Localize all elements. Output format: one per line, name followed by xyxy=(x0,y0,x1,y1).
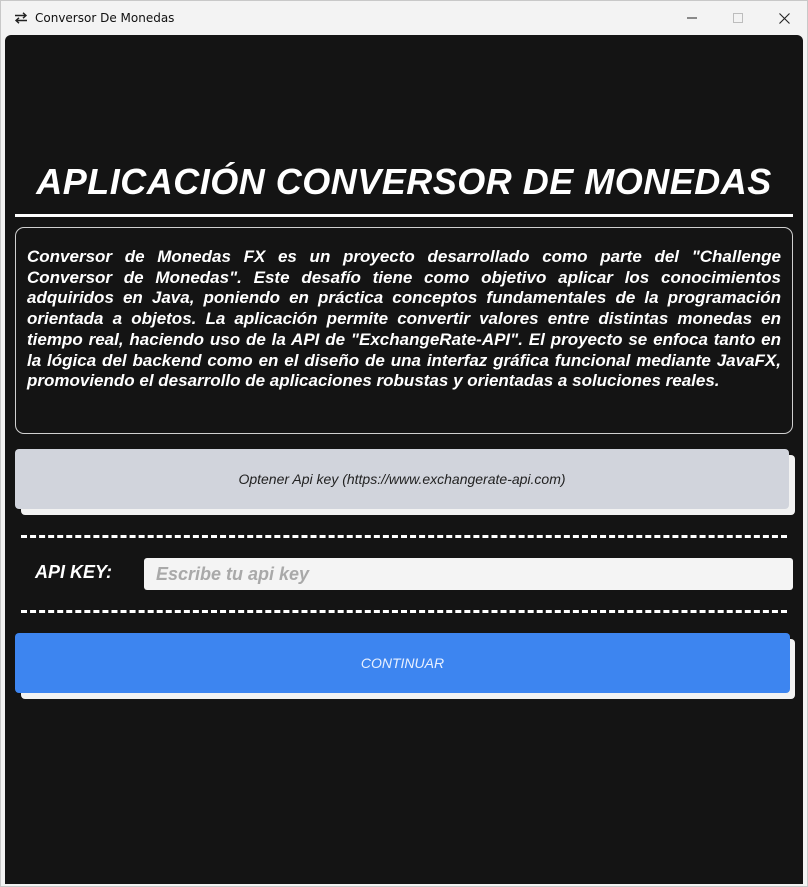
api-key-input[interactable] xyxy=(144,558,793,590)
window-controls xyxy=(669,1,807,35)
title-bar[interactable]: Conversor De Monedas xyxy=(1,1,807,35)
close-button[interactable] xyxy=(761,1,807,35)
minimize-icon xyxy=(687,13,697,23)
window-title: Conversor De Monedas xyxy=(35,11,175,25)
swap-arrows-icon xyxy=(13,10,29,26)
api-key-label: API KEY: xyxy=(35,562,113,582)
get-api-key-button[interactable]: Optener Api key (https://www.exchangerat… xyxy=(15,449,789,509)
continue-button[interactable]: CONTINUAR xyxy=(15,633,790,693)
title-divider xyxy=(15,214,793,217)
maximize-button[interactable] xyxy=(715,1,761,35)
page-title: APLICACIÓN CONVERSOR DE MONEDAS xyxy=(36,161,772,202)
dashed-divider-bottom xyxy=(21,610,787,613)
dashed-divider-top xyxy=(21,535,787,538)
maximize-icon xyxy=(733,13,743,23)
close-icon xyxy=(778,12,790,24)
description-box: Conversor de Monedas FX es un proyecto d… xyxy=(15,227,793,434)
minimize-button[interactable] xyxy=(669,1,715,35)
description-text: Conversor de Monedas FX es un proyecto d… xyxy=(27,247,781,391)
app-window: Conversor De Monedas APLICACIÓN CONVERSO… xyxy=(0,0,808,887)
main-content: APLICACIÓN CONVERSOR DE MONEDAS Converso… xyxy=(5,35,803,884)
